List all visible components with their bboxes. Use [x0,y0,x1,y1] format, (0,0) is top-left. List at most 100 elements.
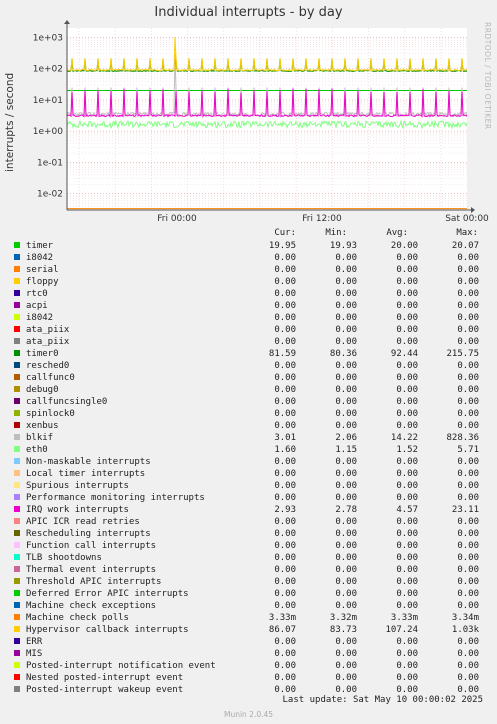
legend-swatch [14,242,20,248]
legend-cur-value: 0.00 [274,637,296,647]
legend-avg-value: 0.00 [396,553,418,563]
legend-series-name: Threshold APIC interrupts [26,577,162,587]
legend-series-name: Thermal event interrupts [26,565,157,575]
legend-series-name: Deferred Error APIC interrupts [26,589,189,599]
y-tick-label: 1e+00 [33,127,64,137]
legend-avg-value: 0.00 [396,481,418,491]
legend-swatch [14,362,20,368]
legend-cur-value: 0.00 [274,481,296,491]
legend-max-value: 23.11 [451,505,479,515]
legend-cur-value: 0.00 [274,457,296,467]
legend-swatch [14,614,20,620]
legend-avg-value: 4.57 [396,505,418,515]
legend-series-name: Machine check exceptions [26,601,157,611]
legend-cur-value: 0.00 [274,589,296,599]
legend-min-value: 19.93 [329,241,357,251]
legend-max-value: 0.00 [457,313,479,323]
legend-avg-value: 14.22 [390,433,418,443]
legend-avg-value: 0.00 [396,529,418,539]
legend-avg-value: 0.00 [396,517,418,527]
legend-max-value: 0.00 [457,337,479,347]
legend-series-name: timer [26,241,54,251]
legend-avg-value: 0.00 [396,421,418,431]
legend-series-name: callfunc0 [26,373,75,383]
legend-min-value: 0.00 [335,301,357,311]
legend-avg-value: 0.00 [396,253,418,263]
legend-series-name: Local timer interrupts [26,469,146,479]
legend-series-name: Hypervisor callback interrupts [26,625,189,635]
legend-avg-value: 0.00 [396,589,418,599]
legend-swatch [14,650,20,656]
legend-min-value: 0.00 [335,517,357,527]
x-tick-label: Fri 12:00 [302,214,342,224]
legend-cur-value: 0.00 [274,421,296,431]
legend-swatch [14,386,20,392]
legend-row: i8042 0.00 0.00 0.00 0.00 [0,312,497,324]
legend-header-max: Max: [456,228,478,238]
legend-cur-value: 0.00 [274,337,296,347]
legend-max-value: 0.00 [457,373,479,383]
last-update: Last update: Sat May 10 00:00:02 2025 [282,695,483,705]
legend-min-value: 0.00 [335,277,357,287]
legend-swatch [14,290,20,296]
legend-swatch [14,422,20,428]
legend-cur-value: 1.60 [274,445,296,455]
legend-min-value: 83.73 [329,625,357,635]
legend-series-name: Spurious interrupts [26,481,129,491]
legend-cur-value: 0.00 [274,661,296,671]
legend-min-value: 2.06 [335,433,357,443]
legend-series-name: eth0 [26,445,48,455]
legend-min-value: 0.00 [335,529,357,539]
chart-plot: 1e+03 1e+02 1e+01 1e+00 1e-01 1e-02 Fri 00:00 F… [33,20,489,224]
legend-series-name: spinlock0 [26,409,75,419]
legend-series-name: Non-maskable interrupts [26,457,151,467]
legend-series-name: i8042 [26,253,54,263]
legend-series-name: rtc0 [26,289,48,299]
legend-cur-value: 0.00 [274,469,296,479]
legend-min-value: 0.00 [335,577,357,587]
legend-cur-value: 0.00 [274,541,296,551]
legend-avg-value: 0.00 [396,577,418,587]
legend-header-min: Min: [325,228,347,238]
legend-series-name: blkif [26,433,54,443]
legend-series-name: Nested posted-interrupt event [26,673,184,683]
legend-max-value: 0.00 [457,661,479,671]
legend-avg-value: 0.00 [396,373,418,383]
legend-cur-value: 0.00 [274,601,296,611]
legend-row: Thermal event interrupts 0.00 0.00 0.00 0.00 [0,564,497,576]
legend-row: callfunc0 0.00 0.00 0.00 0.00 [0,372,497,384]
legend-max-value: 215.75 [446,349,479,359]
legend-swatch [14,494,20,500]
legend-avg-value: 0.00 [396,457,418,467]
legend-min-value: 0.00 [335,409,357,419]
legend-max-value: 0.00 [457,517,479,527]
legend-max-value: 0.00 [457,601,479,611]
legend-cur-value: 0.00 [274,289,296,299]
legend-avg-value: 92.44 [390,349,418,359]
legend-row: ata_piix 0.00 0.00 0.00 0.00 [0,336,497,348]
legend-series-name: resched0 [26,361,70,371]
legend-max-value: 0.00 [457,481,479,491]
legend-series-name: Performance monitoring interrupts [26,493,205,503]
legend-cur-value: 0.00 [274,493,296,503]
legend-max-value: 20.07 [451,241,479,251]
legend-avg-value: 0.00 [396,397,418,407]
legend-row: acpi 0.00 0.00 0.00 0.00 [0,300,497,312]
legend-row: IRQ work interrupts 2.93 2.78 4.57 23.11 [0,504,497,516]
legend-avg-value: 1.52 [396,445,418,455]
legend-row: rtc0 0.00 0.00 0.00 0.00 [0,288,497,300]
legend-swatch [14,374,20,380]
legend: timer 19.95 19.93 20.00 20.07 i8042 0.00 0.00 0.… [0,240,497,696]
legend-series-name: ERR [26,637,43,647]
legend-cur-value: 0.00 [274,325,296,335]
legend-swatch [14,686,20,692]
legend-swatch [14,458,20,464]
legend-row: APIC ICR read retries 0.00 0.00 0.00 0.00 [0,516,497,528]
legend-max-value: 0.00 [457,385,479,395]
x-axis-arrow [471,207,475,213]
legend-swatch [14,578,20,584]
legend-row: Hypervisor callback interrupts 86.07 83.73… [0,624,497,636]
legend-min-value: 0.00 [335,481,357,491]
legend-cur-value: 3.33m [268,613,296,623]
legend-avg-value: 0.00 [396,301,418,311]
